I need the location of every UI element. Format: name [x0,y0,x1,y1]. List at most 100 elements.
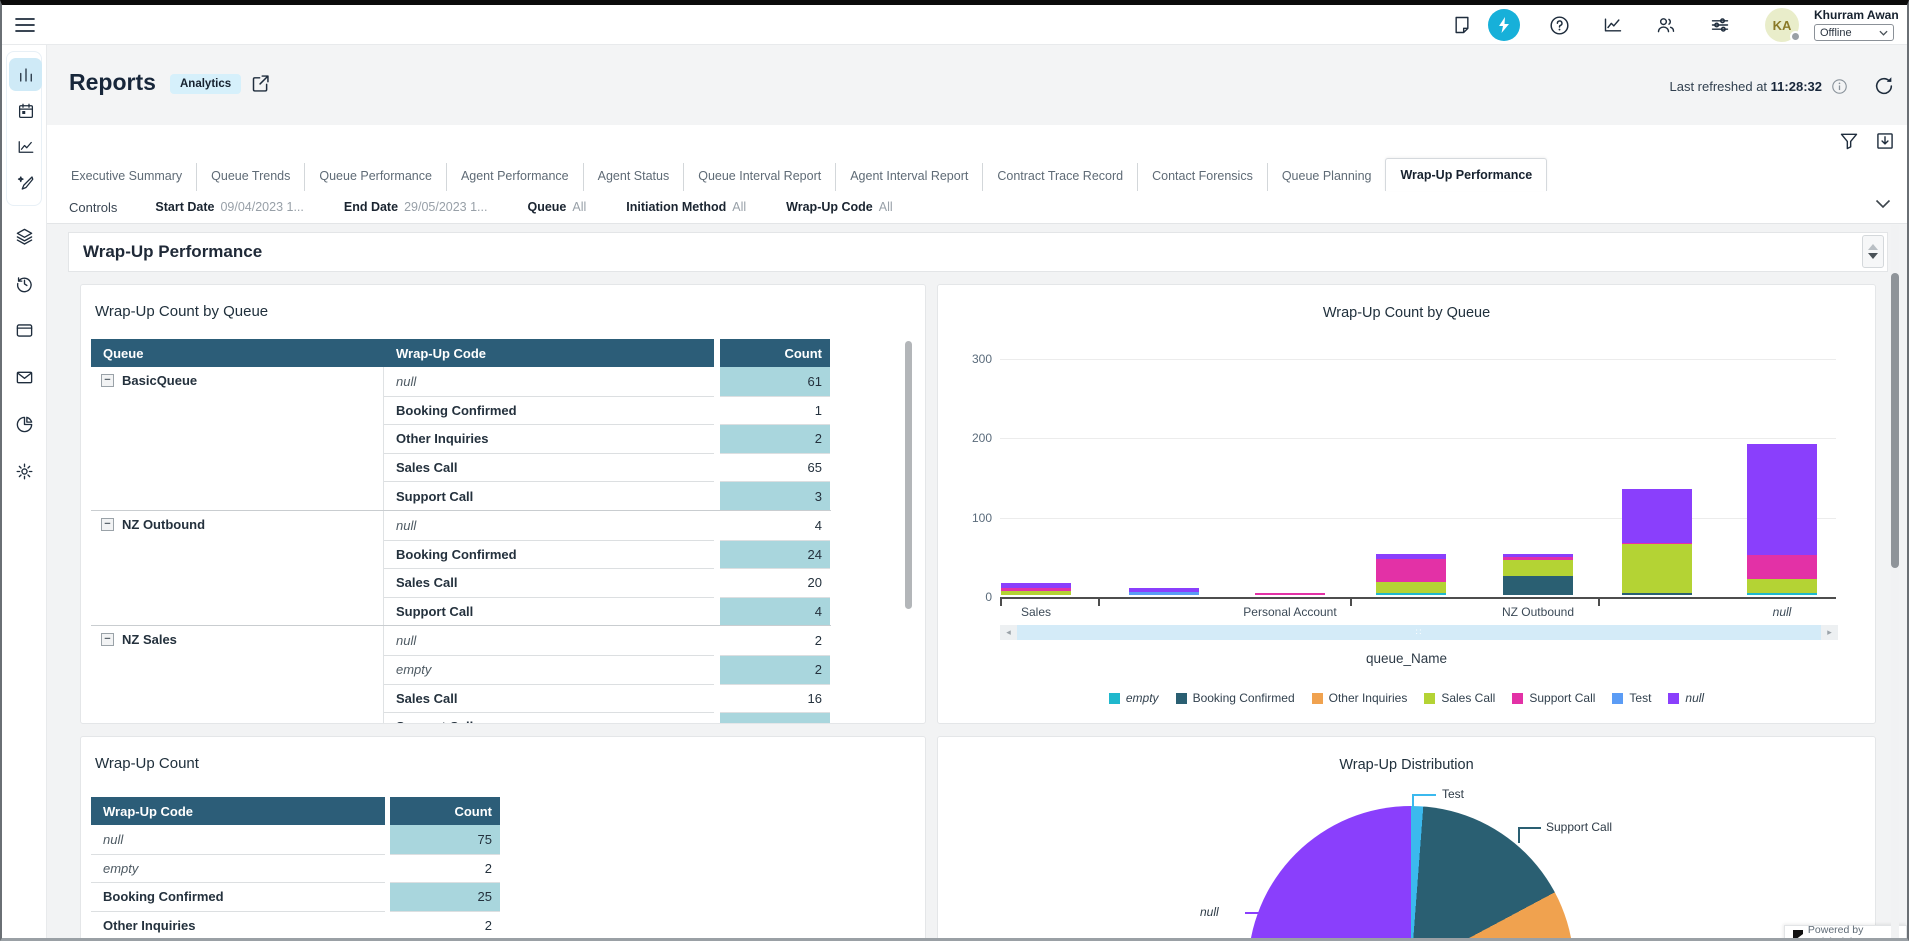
count-cell[interactable]: 20 [720,568,830,597]
bar-unlabeled-5[interactable] [1622,489,1692,595]
wrapup-code-cell[interactable]: Support Call [384,712,714,724]
count-cell[interactable]: 2 [390,854,500,883]
table-row[interactable]: Other Inquiries2 [91,911,500,938]
scroll-left-arrow[interactable]: ◂ [1000,625,1017,640]
count-cell[interactable]: 3 [720,481,830,510]
count-cell[interactable]: 16 [720,684,830,713]
legend-item-test[interactable]: Test [1612,691,1651,705]
tab-queue-trends[interactable]: Queue Trends [196,163,304,191]
bar-segment-sales-call[interactable] [1376,582,1446,594]
table-row[interactable]: null4 [384,511,830,540]
bar-segment-null[interactable] [1622,489,1692,542]
legend-item-booking-confirmed[interactable]: Booking Confirmed [1176,691,1295,705]
wrapup-code-cell[interactable]: Other Inquiries [384,424,714,453]
table-row[interactable]: empty2 [384,655,830,684]
bar-segment-sales-call[interactable] [1503,560,1573,576]
legend-item-empty[interactable]: empty [1109,691,1159,705]
notes-icon[interactable] [1450,13,1474,37]
vertical-scrollbar[interactable] [1891,225,1899,938]
refresh-icon[interactable] [1873,75,1895,97]
quick-actions-bolt-icon[interactable] [1488,9,1520,41]
wrapup-code-cell[interactable]: Support Call [384,597,714,626]
filter-funnel-icon[interactable] [1839,131,1861,153]
bar-segment-support-call[interactable] [1747,555,1817,579]
sidebar-item-design-pen[interactable] [9,166,42,199]
wrapup-code-cell[interactable]: Booking Confirmed [384,396,714,425]
sidebar-item-history[interactable] [8,267,41,300]
bar-unlabeled-3[interactable] [1376,554,1446,595]
settings-sliders-icon[interactable] [1708,13,1732,37]
filter-initiation-method[interactable]: Initiation MethodAll [626,200,746,214]
bar-sales[interactable] [1001,583,1071,595]
bar-nz-outbound[interactable] [1503,554,1573,595]
sheet-spinner[interactable] [1862,235,1884,268]
table-row[interactable]: Sales Call16 [384,684,830,713]
table-row[interactable]: Support Call [384,712,830,724]
wrapup-code-cell[interactable]: Booking Confirmed [91,882,385,911]
wrapup-code-cell[interactable]: Booking Confirmed [384,540,714,569]
table-row[interactable]: empty2 [91,854,500,883]
count-cell[interactable]: 2 [390,911,500,938]
count-cell[interactable]: 25 [390,882,500,911]
wrapup-code-cell[interactable]: null [91,825,385,854]
wrapup-code-cell[interactable]: empty [384,655,714,684]
bar-unlabeled-1[interactable] [1129,588,1199,595]
bar-segment-support-call[interactable] [1376,559,1446,581]
count-cell[interactable]: 2 [720,626,830,655]
info-icon[interactable] [1831,78,1848,95]
sidebar-item-settings-gear[interactable] [8,455,41,488]
bar-segment-empty[interactable] [1376,593,1446,595]
bar-segment-empty[interactable] [1747,593,1817,595]
column-header-wrapup-code[interactable]: Wrap-Up Code [91,797,385,825]
wrapup-code-cell[interactable]: null [384,367,714,396]
table-row[interactable]: Booking Confirmed1 [384,396,830,425]
count-cell[interactable]: 1 [720,396,830,425]
table-row[interactable]: null61 [384,367,830,396]
sidebar-item-calendar[interactable] [9,94,42,127]
collapse-minus-icon[interactable]: − [101,633,114,646]
bar-segment-booking-confirmed[interactable] [1622,593,1692,595]
legend-item-null[interactable]: null [1668,691,1704,705]
wrapup-code-cell[interactable]: null [384,511,714,540]
legend-item-other-inquiries[interactable]: Other Inquiries [1312,691,1408,705]
bar-segment-sales-call[interactable] [1001,591,1071,595]
bar-personal-account[interactable] [1255,593,1325,595]
table-row[interactable]: Other Inquiries2 [384,424,830,453]
table-row[interactable]: Booking Confirmed25 [91,882,500,911]
bar-null[interactable] [1747,444,1817,595]
table-row[interactable]: null2 [384,626,830,655]
chart-horizontal-scrollbar[interactable]: ◂∷▸ [1000,625,1838,640]
table-row[interactable]: Booking Confirmed24 [384,540,830,569]
wrapup-code-cell[interactable]: null [384,626,714,655]
bar-segment-sales-call[interactable] [1747,579,1817,593]
table-row[interactable]: Sales Call65 [384,453,830,482]
bar-segment-booking-confirmed[interactable] [1503,576,1573,595]
bar-segment-test[interactable] [1129,592,1199,595]
help-icon[interactable] [1547,13,1571,37]
table-row[interactable]: null75 [91,825,500,854]
filter-wrap-up-code[interactable]: Wrap-Up CodeAll [786,200,892,214]
hamburger-menu-icon[interactable] [14,15,36,35]
queue-cell[interactable]: −NZ Outbound [91,511,384,625]
count-cell[interactable]: 2 [720,655,830,684]
powered-by-quicksight-badge[interactable]: Powered by QuickSight [1784,925,1907,938]
table-scrollbar[interactable] [905,341,912,609]
collapse-minus-icon[interactable]: − [101,374,114,387]
wrapup-code-cell[interactable]: Sales Call [384,568,714,597]
tab-wrap-up-performance[interactable]: Wrap-Up Performance [1385,158,1547,191]
pie-chart[interactable] [1248,806,1574,938]
users-icon[interactable] [1654,13,1678,37]
spinner-up-icon[interactable] [1868,244,1878,250]
tab-agent-performance[interactable]: Agent Performance [446,163,583,191]
column-header-wrapup-code[interactable]: Wrap-Up Code [384,339,714,367]
count-cell[interactable]: 61 [720,367,830,396]
tab-queue-planning[interactable]: Queue Planning [1267,163,1386,191]
bar-segment-sales-call[interactable] [1622,544,1692,593]
external-link-icon[interactable] [250,73,271,94]
tab-queue-interval-report[interactable]: Queue Interval Report [683,163,835,191]
count-cell[interactable]: 4 [720,511,830,540]
count-cell[interactable]: 2 [720,424,830,453]
column-header-count[interactable]: Count [390,797,500,825]
scroll-right-arrow[interactable]: ▸ [1821,625,1838,640]
sidebar-item-layers[interactable] [8,220,41,253]
